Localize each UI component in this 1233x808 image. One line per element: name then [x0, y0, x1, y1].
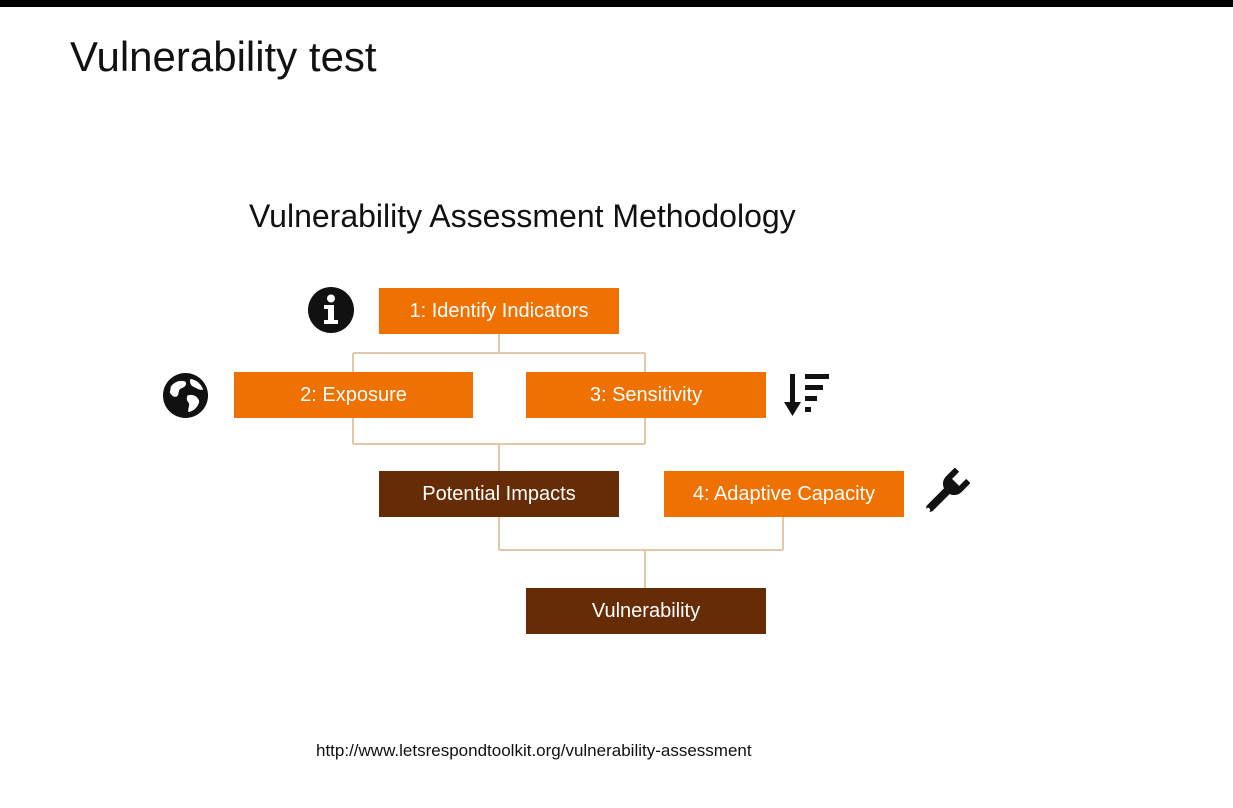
step-sensitivity: 3: Sensitivity	[526, 372, 766, 418]
step-adaptive-capacity: 4: Adaptive Capacity	[664, 471, 904, 517]
step-potential-impacts: Potential Impacts	[379, 471, 619, 517]
step-identify-indicators: 1: Identify Indicators	[379, 288, 619, 334]
step-vulnerability: Vulnerability	[526, 588, 766, 634]
wrench-icon	[925, 468, 970, 513]
sort-descending-icon	[784, 374, 829, 416]
source-url[interactable]: http://www.letsrespondtoolkit.org/vulner…	[316, 741, 752, 761]
info-icon	[308, 287, 354, 333]
globe-icon	[162, 372, 209, 419]
step-exposure: 2: Exposure	[234, 372, 473, 418]
